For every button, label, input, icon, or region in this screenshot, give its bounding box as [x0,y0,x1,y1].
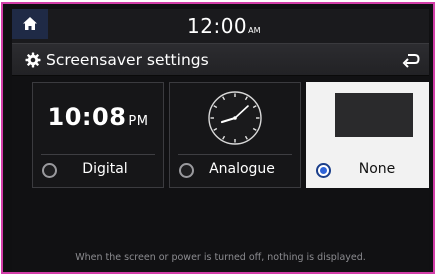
option-label-analogue: Analogue [209,161,275,177]
analogue-preview [170,83,300,153]
option-label-digital: Digital [82,161,128,177]
digital-preview-hours: 10:08 [47,103,127,131]
home-icon [23,17,37,30]
divider [178,154,292,155]
option-analogue[interactable]: Analogue [169,82,301,188]
status-bar: 12:00AM [12,9,429,43]
screen-frame: 12:00AM Screensaver settings 10:08 PM Di… [1,2,435,274]
back-arrow-icon [402,54,420,68]
title-bar: Screensaver settings [12,43,429,76]
gear-icon [25,52,41,68]
back-button[interactable] [393,45,429,75]
page-title: Screensaver settings [46,51,209,69]
clock-time: 12:00 [187,14,248,38]
option-none[interactable]: None [306,82,429,188]
none-preview [307,83,429,153]
head-unit-screen: 12:00AM Screensaver settings 10:08 PM Di… [12,9,429,272]
digital-preview-time: 10:08 PM [33,103,163,131]
option-label-none: None [358,161,396,177]
digital-preview: 10:08 PM [33,83,163,153]
blank-screen-preview [335,93,413,137]
description-text: When the screen or power is turned off, … [75,252,366,263]
status-clock: 12:00AM [187,14,261,38]
analog-clock-icon [208,91,262,145]
digital-preview-ampm: PM [128,114,149,129]
option-digital[interactable]: 10:08 PM Digital [32,82,164,188]
home-button[interactable] [12,9,48,39]
clock-ampm: AM [248,26,261,35]
divider [41,154,155,155]
